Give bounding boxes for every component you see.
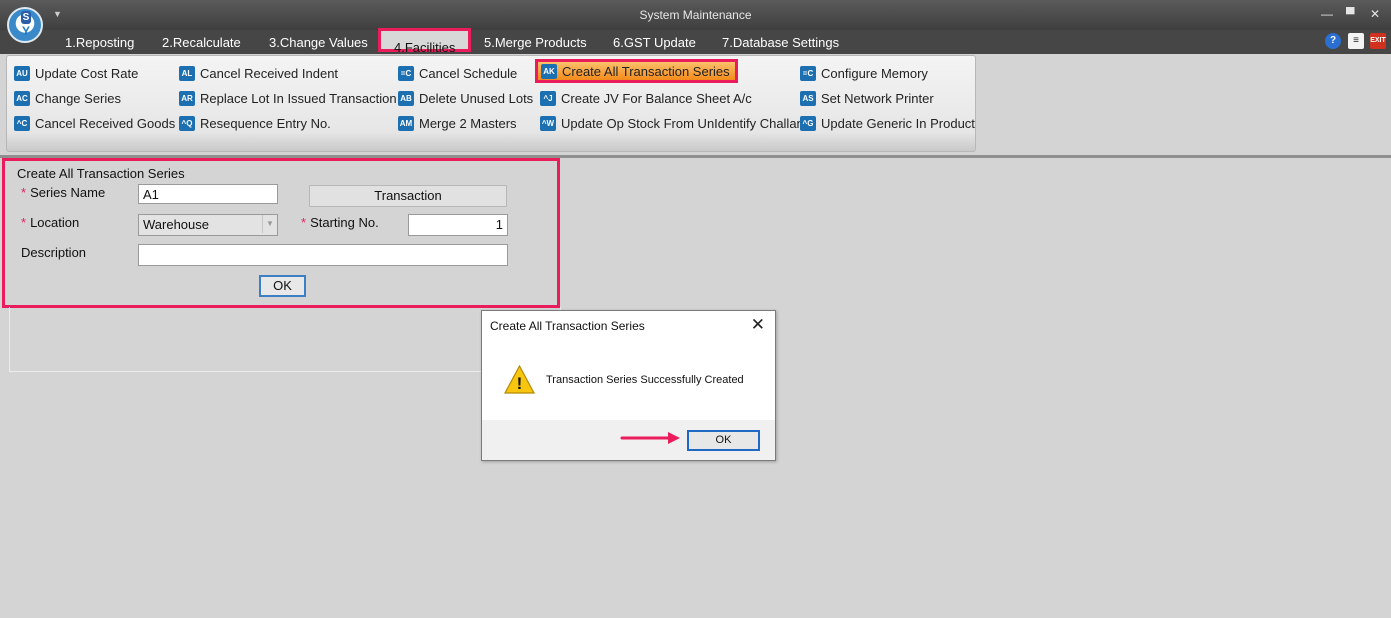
ribbon-create-jv[interactable]: ^J Create JV For Balance Sheet A/c [540,88,752,108]
notes-icon[interactable]: ≡ [1348,33,1364,49]
create-jv-icon: ^J [540,90,556,106]
ribbon-item-label: Update Op Stock From UnIdentify Challan [561,115,804,131]
ribbon-item-label: Set Network Printer [821,90,934,106]
ribbon-item-label: Cancel Received Goods [35,115,176,131]
ribbon-item-label: Create JV For Balance Sheet A/c [561,90,752,106]
ribbon-merge-2-masters[interactable]: AM Merge 2 Masters [398,113,517,133]
ribbon-resequence-entry[interactable]: ^Q Resequence Entry No. [179,113,331,133]
update-generic-icon: ^G [800,115,816,131]
starting-no-input[interactable]: 1 [408,214,508,236]
form-ok-button[interactable]: OK [259,275,306,297]
ribbon-item-label: Change Series [35,90,121,106]
description-input[interactable] [138,244,508,266]
pointer-arrow-icon [620,432,680,444]
create-transaction-series-icon: AK [541,63,557,79]
tab-database-settings[interactable]: 7.Database Settings [722,35,839,50]
dialog-ok-button[interactable]: OK [687,430,760,451]
series-name-input[interactable]: A1 [138,184,278,204]
ribbon-update-cost-rate[interactable]: AU Update Cost Rate [14,63,138,83]
required-mark: * [301,215,307,230]
app-logo-icon[interactable]: S Y [7,7,43,43]
success-dialog: Create All Transaction Series ✕ ! Transa… [481,310,776,461]
chevron-down-icon[interactable]: ▼ [262,215,277,233]
delete-unused-lots-icon: AB [398,90,414,106]
required-mark: * [21,185,27,200]
ribbon-item-label: Resequence Entry No. [200,115,331,131]
ribbon-tab-bar: 1.Reposting 2.Recalculate 3.Change Value… [0,28,1391,55]
dialog-close-icon[interactable]: ✕ [751,315,765,335]
ribbon-cancel-schedule[interactable]: =C Cancel Schedule [398,63,517,83]
ribbon-update-op-stock[interactable]: ^W Update Op Stock From UnIdentify Chall… [540,113,804,133]
maximize-icon[interactable]: ▀ [1346,7,1355,21]
exit-icon[interactable]: EXIT [1370,33,1386,49]
ribbon-change-series[interactable]: AC Change Series [14,88,121,108]
form-title: Create All Transaction Series [17,166,185,181]
update-cost-rate-icon: AU [14,65,30,81]
cancel-received-goods-icon: ^C [14,115,30,131]
dialog-title: Create All Transaction Series [490,319,645,333]
tab-reposting[interactable]: 1.Reposting [65,35,134,50]
dialog-footer: OK [482,420,775,460]
logo-figure-icon: Y [21,24,30,38]
title-bar: ▼ System Maintenance — ▀ ✕ [0,0,1391,30]
ribbon-item-label: Delete Unused Lots [419,90,534,106]
location-label: * Location [21,215,80,230]
logo-letter: S [21,11,31,24]
merge-masters-icon: AM [398,115,414,131]
configure-memory-icon: =C [800,65,816,81]
replace-lot-icon: AR [179,90,195,106]
description-label: Description [21,245,87,260]
change-series-icon: AC [14,90,30,106]
ribbon-set-network-printer[interactable]: AS Set Network Printer [800,88,934,108]
ribbon-delete-unused-lots[interactable]: AB Delete Unused Lots [398,88,533,108]
dialog-message: Transaction Series Successfully Created [546,374,744,386]
ribbon-item-label: Update Generic In Product [821,115,975,131]
resequence-entry-icon: ^Q [179,115,195,131]
warning-icon: ! [503,364,536,394]
ribbon-item-label: Create All Transaction Series [562,63,730,79]
help-icon[interactable]: ? [1325,33,1341,49]
ribbon-item-label: Merge 2 Masters [419,115,517,131]
tab-recalculate[interactable]: 2.Recalculate [162,35,241,50]
update-op-stock-icon: ^W [540,115,556,131]
form-background-panel [9,307,561,372]
location-select[interactable]: Warehouse ▼ [138,214,278,236]
starting-no-label: * Starting No. [301,215,379,230]
location-value: Warehouse [143,217,209,232]
cancel-schedule-icon: =C [398,65,414,81]
warning-glyph: ! [517,374,523,393]
ribbon-item-label: Replace Lot In Issued Transaction [200,90,397,106]
transaction-button[interactable]: Transaction [309,185,507,207]
ribbon-item-label: Update Cost Rate [35,65,139,81]
close-icon[interactable]: ✕ [1370,7,1380,21]
required-mark: * [21,215,27,230]
ribbon-create-all-transaction-series[interactable]: AK Create All Transaction Series [535,59,738,83]
facilities-ribbon: AU Update Cost Rate AC Change Series ^C … [6,55,976,152]
ribbon-cancel-received-indent[interactable]: AL Cancel Received Indent [179,63,338,83]
ribbon-replace-lot[interactable]: AR Replace Lot In Issued Transaction [179,88,397,108]
tab-gst-update[interactable]: 6.GST Update [613,35,696,50]
ribbon-item-label: Cancel Received Indent [200,65,339,81]
ribbon-item-label: Cancel Schedule [419,65,518,81]
ribbon-configure-memory[interactable]: =C Configure Memory [800,63,928,83]
cancel-received-indent-icon: AL [179,65,195,81]
minimize-icon[interactable]: — [1321,7,1333,21]
ribbon-cancel-received-goods[interactable]: ^C Cancel Received Goods [14,113,175,133]
set-network-printer-icon: AS [800,90,816,106]
window-title: System Maintenance [639,8,752,22]
tab-change-values[interactable]: 3.Change Values [269,35,368,50]
ribbon-item-label: Configure Memory [821,65,928,81]
tab-merge-products[interactable]: 5.Merge Products [484,35,587,50]
series-name-label: * Series Name [21,185,106,200]
tab-facilities[interactable]: 4.Facilities [378,28,472,55]
ribbon-update-generic[interactable]: ^G Update Generic In Product [800,113,975,133]
